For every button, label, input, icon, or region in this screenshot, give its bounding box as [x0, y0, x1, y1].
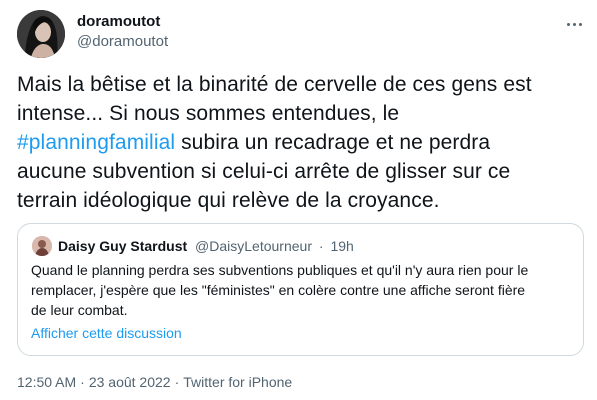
tweet-text-line: intense... Si nous sommes entendues, le	[17, 99, 587, 128]
quoted-tweet-text: Quand le planning perdra ses subventions…	[31, 260, 576, 320]
hashtag-link[interactable]: #planningfamilial	[17, 131, 175, 154]
tweet-text-line: #planningfamilial subira un recadrage et…	[17, 128, 587, 157]
tweet-timestamp[interactable]: 12:50 AM	[17, 374, 76, 390]
tweet-text-line: terrain idéologique qui relève de la cro…	[17, 186, 587, 215]
tweet-card: doramoutot @doramoutot Mais la bêtise et…	[0, 0, 597, 400]
author-block[interactable]: doramoutot @doramoutot	[77, 12, 168, 52]
author-avatar[interactable]	[17, 10, 65, 58]
quoted-tweet-time[interactable]: 19h	[330, 238, 353, 254]
separator-dot: ·	[318, 238, 324, 254]
tweet-text-segment: terrain idéologique qui relève de la cro…	[17, 189, 440, 212]
dot-icon	[572, 22, 576, 26]
tweet-metadata: 12:50 AM · 23 août 2022 · Twitter for iPhone	[17, 372, 292, 392]
author-display-name[interactable]: doramoutot	[77, 12, 168, 31]
separator-dot: ·	[80, 374, 85, 390]
tweet-source[interactable]: Twitter for iPhone	[183, 374, 292, 390]
tweet-text-line: Mais la bêtise et la binarité de cervell…	[17, 70, 587, 99]
quoted-author-handle[interactable]: @DaisyLetourneur	[195, 238, 312, 254]
dot-icon	[578, 22, 582, 26]
show-thread-link[interactable]: Afficher cette discussion	[31, 323, 182, 343]
tweet-text: Mais la bêtise et la binarité de cervell…	[17, 70, 587, 215]
more-options-icon[interactable]	[562, 14, 586, 34]
tweet-date[interactable]: 23 août 2022	[89, 374, 171, 390]
quoted-text-line: Quand le planning perdra ses subventions…	[31, 262, 529, 278]
tweet-text-segment: subira un recadrage et ne perdra	[175, 131, 491, 154]
profile-photo-icon	[32, 236, 52, 256]
quoted-text-line: de leur combat.	[31, 302, 128, 318]
tweet-text-segment: intense... Si nous sommes entendues, le	[17, 102, 400, 125]
quoted-author-avatar[interactable]	[32, 236, 52, 256]
dot-icon	[566, 22, 570, 26]
author-handle[interactable]: @doramoutot	[77, 32, 168, 52]
tweet-text-line: aucune subvention si celui-ci arrête de …	[17, 157, 587, 186]
quoted-tweet[interactable]: Daisy Guy Stardust @DaisyLetourneur · 19…	[17, 223, 584, 356]
tweet-text-segment: Mais la bêtise et la binarité de cervell…	[17, 73, 532, 96]
tweet-text-segment: aucune subvention si celui-ci arrête de …	[17, 160, 511, 183]
quoted-text-line: remplacer, j'espère que les "féministes"…	[31, 282, 526, 298]
quoted-author-name[interactable]: Daisy Guy Stardust	[58, 238, 187, 254]
quoted-tweet-header: Daisy Guy Stardust @DaisyLetourneur · 19…	[58, 236, 354, 256]
separator-dot: ·	[174, 374, 180, 390]
profile-photo-icon	[17, 10, 65, 58]
